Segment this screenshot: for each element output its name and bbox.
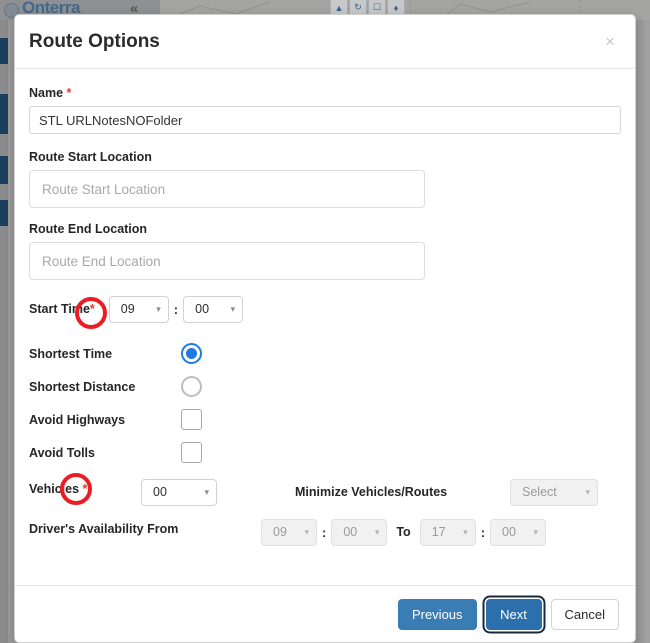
vehicles-label-text: Vehicles — [29, 482, 80, 496]
required-marker: * — [66, 86, 72, 100]
drivers-availability-label: Driver's Availability From — [29, 522, 179, 536]
route-end-location-input[interactable] — [29, 242, 425, 280]
avoid-highways-checkbox[interactable] — [181, 409, 202, 430]
close-icon[interactable]: × — [601, 31, 619, 52]
availability-to-hour-value: 17 — [431, 525, 446, 539]
start-time-hour-select[interactable]: 09 ▾ — [108, 295, 169, 323]
app-right-strip — [644, 20, 650, 643]
availability-from-hour-select[interactable]: 09 ▾ — [261, 518, 317, 546]
chevron-down-icon: ▾ — [585, 486, 590, 497]
route-end-location-label: Route End Location — [29, 222, 148, 236]
required-marker: * — [82, 482, 88, 496]
shortest-distance-radio[interactable] — [181, 376, 202, 397]
start-time-label-text: Start Time — [29, 302, 90, 316]
availability-to-minute-value: 00 — [502, 525, 516, 539]
avoid-tolls-checkbox[interactable] — [181, 442, 202, 463]
modal-footer: Previous Next Cancel — [15, 585, 635, 642]
chevron-down-icon: ▾ — [374, 526, 380, 537]
modal-header: Route Options × — [15, 15, 635, 69]
minimize-vehicles-routes-select[interactable]: Select ▾ — [510, 478, 598, 506]
route-start-location-group: Route Start Location — [29, 150, 621, 208]
minimize-vehicles-routes-value: Select — [522, 485, 557, 499]
shortest-time-radio[interactable] — [181, 343, 202, 364]
previous-button[interactable]: Previous — [397, 598, 477, 630]
required-marker: * — [89, 302, 95, 316]
avoid-tolls-row: Avoid Tolls — [29, 436, 621, 469]
name-input[interactable] — [29, 106, 621, 134]
next-button[interactable]: Next — [485, 598, 542, 630]
vehicles-value: 00 — [153, 485, 167, 499]
availability-to-label: To — [396, 525, 411, 539]
start-time-hour-value: 09 — [120, 302, 135, 316]
chevron-down-icon: ▾ — [156, 303, 161, 314]
name-field-group: Name * — [29, 86, 621, 134]
page-title: Route Options — [29, 30, 160, 52]
time-separator: : — [173, 301, 179, 317]
availability-to-minute-select[interactable]: 00 ▾ — [490, 518, 547, 546]
shortest-distance-row: Shortest Distance — [29, 370, 621, 403]
start-time-label: Start Time* — [29, 302, 95, 316]
avoid-tolls-label: Avoid Tolls — [29, 445, 95, 460]
route-options-modal: Route Options × Name * Route Start Locat… — [14, 14, 636, 643]
start-time-minute-select[interactable]: 00 ▾ — [183, 295, 244, 323]
start-time-group: Start Time* 09 ▾ : 00 ▾ — [29, 294, 621, 324]
route-start-location-label: Route Start Location — [29, 150, 152, 164]
drivers-availability-row: Driver's Availability From 09 ▾ : 00 ▾ T… — [29, 515, 621, 549]
time-separator: : — [322, 524, 327, 540]
availability-from-minute-select[interactable]: 00 ▾ — [331, 518, 388, 546]
vehicles-label: Vehicles * — [29, 482, 141, 496]
route-start-location-input[interactable] — [29, 170, 425, 208]
vehicles-select[interactable]: 00 ▾ — [141, 478, 217, 506]
chevron-down-icon: ▾ — [463, 526, 468, 537]
chevron-down-icon: ▾ — [204, 486, 209, 497]
availability-from-hour-value: 09 — [273, 525, 287, 539]
app-sidebar — [0, 20, 8, 643]
modal-body: Name * Route Start Location Route End Lo… — [15, 69, 635, 585]
availability-from-minute-value: 00 — [343, 525, 358, 539]
avoid-highways-row: Avoid Highways — [29, 403, 621, 436]
minimize-vehicles-routes-label: Minimize Vehicles/Routes — [295, 485, 448, 499]
route-end-location-group: Route End Location — [29, 222, 621, 280]
chevron-down-icon: ▾ — [230, 303, 236, 314]
availability-to-hour-select[interactable]: 17 ▾ — [419, 518, 476, 546]
time-separator: : — [480, 524, 486, 540]
chevron-down-icon: ▾ — [533, 526, 539, 537]
name-label-text: Name — [29, 86, 64, 100]
shortest-distance-label: Shortest Distance — [29, 379, 136, 394]
cancel-button[interactable]: Cancel — [550, 598, 619, 630]
avoid-highways-label: Avoid Highways — [29, 412, 126, 427]
vehicles-row: Vehicles * 00 ▾ Minimize Vehicles/Routes… — [29, 475, 621, 509]
name-label: Name * — [29, 86, 621, 100]
chevron-down-icon: ▾ — [304, 526, 309, 537]
start-time-minute-value: 00 — [195, 302, 210, 316]
shortest-time-row: Shortest Time — [29, 337, 621, 370]
shortest-time-label: Shortest Time — [29, 346, 113, 361]
